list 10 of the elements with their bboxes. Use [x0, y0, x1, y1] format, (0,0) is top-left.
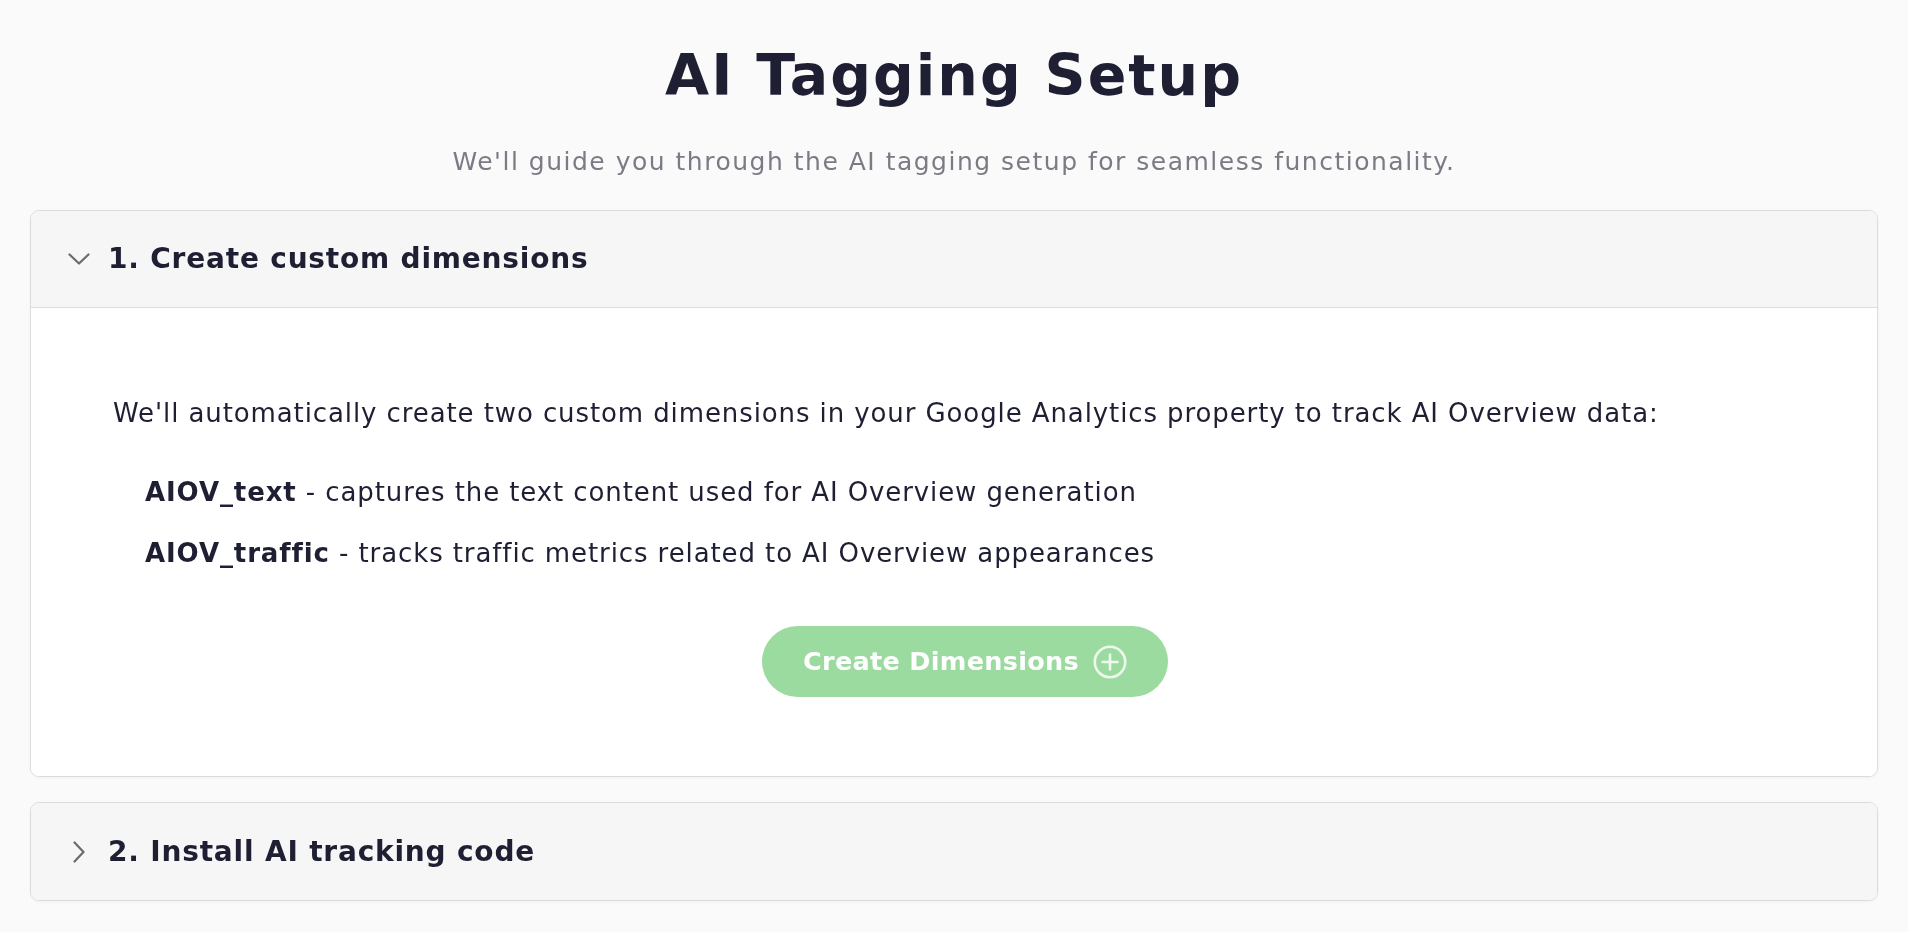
dimension-description: AIOV_text - captures the text content used for AI Overview generation	[145, 476, 1138, 508]
page-subtitle: We'll guide you through the AI tagging setup for seamless functionality.	[451, 147, 1457, 177]
dimension-description: AIOV_traffic - tracks traffic metrics related to AI Overview appearances	[145, 537, 1156, 569]
step-title: 1. Create custom dimensions	[108, 242, 589, 276]
intro-text: We'll automatically create two custom dimensions in your Google Analytics property to track AI Overview data:	[113, 397, 1660, 429]
accordion-header[interactable]: 1. Create custom dimensions	[31, 211, 1877, 308]
plus-circle-icon	[1092, 644, 1127, 679]
accordion-header[interactable]: 2. Install AI tracking code	[31, 803, 1877, 900]
step-title: 2. Install AI tracking code	[108, 834, 536, 869]
page-title: AI Tagging Setup	[664, 44, 1244, 106]
